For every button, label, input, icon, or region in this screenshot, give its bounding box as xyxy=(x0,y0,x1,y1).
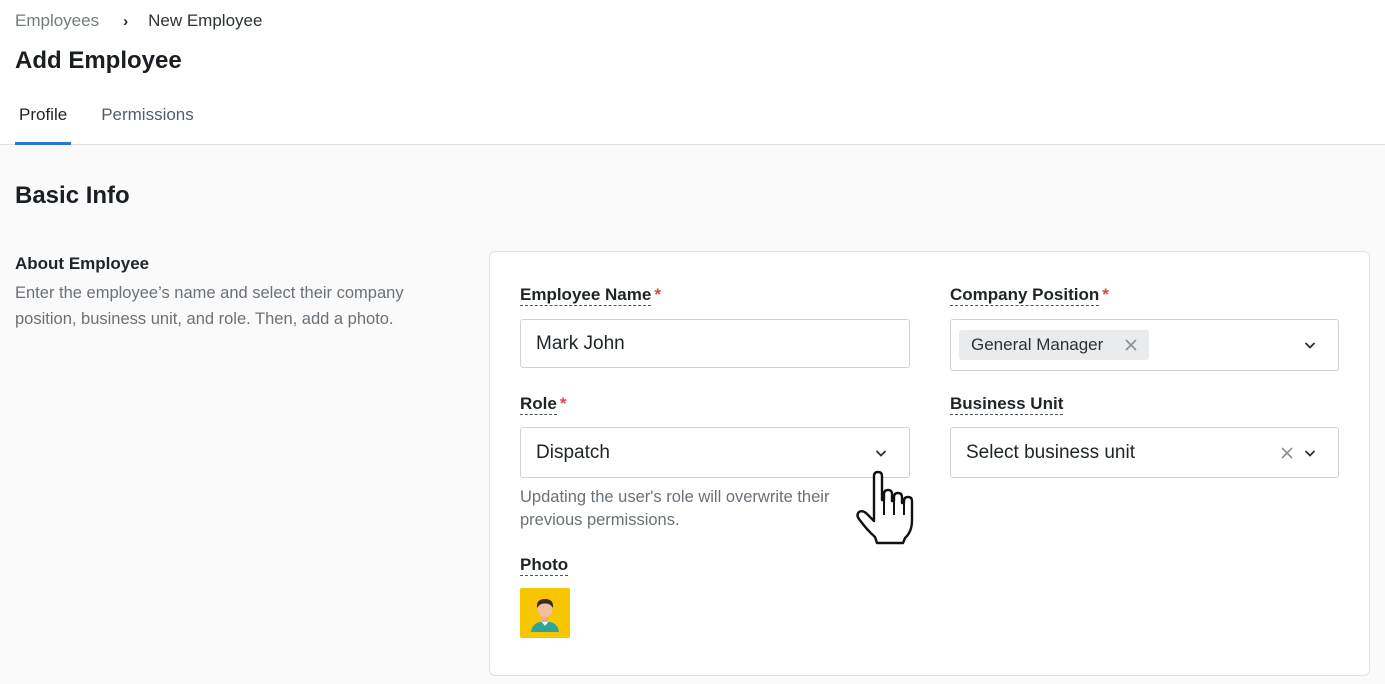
company-position-chip: General Manager xyxy=(959,330,1150,360)
business-unit-label-text: Business Unit xyxy=(950,394,1064,415)
role-label: Role * xyxy=(520,394,567,415)
company-position-select[interactable]: General Manager xyxy=(950,319,1339,371)
business-unit-placeholder: Select business unit xyxy=(966,441,1135,463)
role-label-text: Role xyxy=(520,394,557,415)
photo-upload[interactable] xyxy=(520,588,570,638)
photo-label-text: Photo xyxy=(520,555,569,576)
chevron-down-icon[interactable] xyxy=(875,447,887,459)
tab-bar: Profile Permissions xyxy=(15,104,224,145)
section-title: Basic Info xyxy=(15,182,130,209)
required-mark: * xyxy=(559,394,567,413)
close-icon[interactable] xyxy=(1125,339,1137,351)
page-header: Employees › New Employee Add Employee Pr… xyxy=(0,0,1385,145)
role-value: Dispatch xyxy=(536,441,610,463)
close-icon[interactable] xyxy=(1280,446,1294,460)
required-mark: * xyxy=(654,285,661,304)
page-title: Add Employee xyxy=(15,47,182,74)
role-select[interactable]: Dispatch xyxy=(520,427,910,478)
business-unit-select[interactable]: Select business unit xyxy=(950,427,1339,478)
breadcrumb-employees-link[interactable]: Employees xyxy=(15,11,99,31)
chevron-down-icon[interactable] xyxy=(1304,447,1316,459)
required-mark: * xyxy=(1102,285,1109,304)
chevron-right-icon: › xyxy=(123,12,129,30)
about-description: Enter the employee’s name and select the… xyxy=(15,284,404,328)
hand-pointer-cursor-icon xyxy=(856,470,914,545)
business-unit-label: Business Unit xyxy=(950,394,1064,415)
chevron-down-icon[interactable] xyxy=(1304,339,1316,351)
about-title: About Employee xyxy=(15,254,150,273)
avatar-icon xyxy=(531,599,559,632)
company-position-chip-label: General Manager xyxy=(971,335,1104,354)
employee-name-label: Employee Name * xyxy=(520,285,661,306)
tab-permissions[interactable]: Permissions xyxy=(97,104,198,145)
employee-name-value: Mark John xyxy=(536,332,625,354)
employee-name-input[interactable]: Mark John xyxy=(520,319,910,368)
tab-profile[interactable]: Profile xyxy=(15,104,72,145)
company-position-label: Company Position * xyxy=(950,285,1109,306)
employee-name-label-text: Employee Name xyxy=(520,285,652,306)
breadcrumb: Employees › New Employee xyxy=(15,11,262,31)
company-position-label-text: Company Position xyxy=(950,285,1100,306)
photo-label: Photo xyxy=(520,555,569,576)
breadcrumb-current: New Employee xyxy=(148,11,263,30)
role-helper-text: Updating the user's role will overwrite … xyxy=(520,488,830,529)
